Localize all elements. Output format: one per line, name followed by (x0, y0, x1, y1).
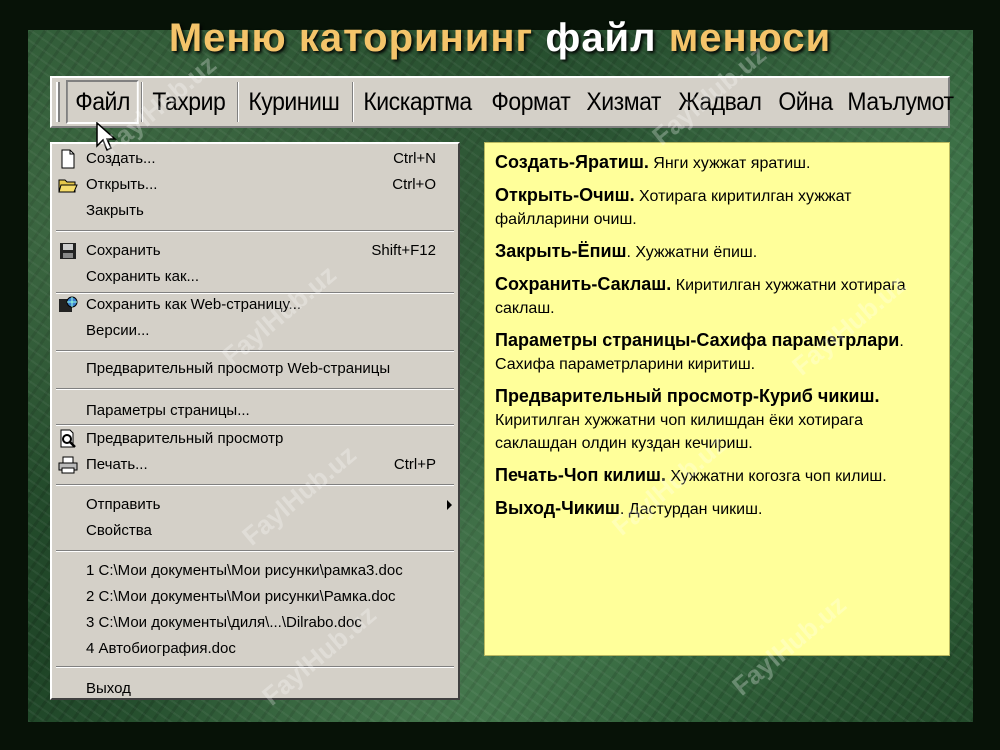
info-paragraph: Предварительный просмотр-Куриб чикиш. Ки… (495, 385, 939, 455)
info-body: Киритилган хужжатни чоп килишдан ёки хот… (495, 412, 864, 452)
menu-table[interactable]: Жадвал (671, 80, 769, 124)
info-body: . Дастурдан чикиш. (619, 501, 763, 518)
menu-item-web-preview[interactable]: Предварительный просмотр Web-страницы (52, 356, 458, 382)
menu-separator (351, 82, 354, 122)
menu-edit[interactable]: Тахрир (145, 80, 233, 124)
menu-item-label: 4 Автобиография.doc (86, 640, 236, 657)
open-folder-icon (58, 179, 78, 193)
menu-item-label: Отправить (86, 496, 161, 513)
menu-item-save-web[interactable]: Сохранить как Web-страницу... (52, 292, 458, 318)
menu-item-print[interactable]: Печать... Ctrl+P (52, 452, 458, 478)
menu-separator (141, 82, 144, 122)
menu-separator (56, 388, 454, 390)
menu-separator (56, 484, 454, 486)
info-heading: Выход-Чикиш (495, 498, 620, 518)
info-heading: Создать-Яратиш. (495, 152, 649, 172)
info-body: Хужжатни когозга чоп килиш. (665, 468, 887, 485)
menu-item-label: Параметры страницы... (86, 402, 250, 419)
menu-insert[interactable]: Кискартма (356, 80, 479, 124)
save-disk-icon (60, 243, 76, 259)
info-paragraph: Открыть-Очиш. Хотирага киритилган хужжат… (495, 184, 939, 231)
menu-item-recent-2[interactable]: 2 C:\Мои документы\Мои рисунки\Рамка.doc (52, 584, 458, 610)
menu-item-label: Выход (86, 680, 131, 697)
menu-item-label: 1 C:\Мои документы\Мои рисунки\рамка3.do… (86, 562, 403, 579)
menu-item-label: Создать... (86, 150, 156, 167)
menu-tools[interactable]: Хизмат (579, 80, 668, 124)
info-paragraph: Печать-Чоп килиш. Хужжатни когозга чоп к… (495, 464, 939, 488)
menu-item-exit[interactable]: Выход (52, 676, 458, 702)
menu-item-label: Печать... (86, 456, 148, 473)
menu-item-label: 2 C:\Мои документы\Мои рисунки\Рамка.doc (86, 588, 396, 605)
menu-item-send[interactable]: Отправить (52, 492, 458, 518)
info-heading: Параметры страницы-Сахифа параметрлари (495, 330, 900, 350)
title-part-3: менюси (668, 16, 832, 60)
menu-item-shortcut: Ctrl+P (393, 456, 436, 473)
menu-item-versions[interactable]: Версии... (52, 318, 458, 344)
menu-item-label: Сохранить как... (86, 268, 200, 285)
info-paragraph: Создать-Яратиш. Янги хужжат яратиш. (495, 151, 939, 175)
menu-item-label: Предварительный просмотр (86, 430, 284, 447)
info-body: Янги хужжат яратиш. (648, 155, 811, 172)
menu-bar: Файл Тахрир Куриниш Кискартма Формат Хиз… (50, 76, 954, 128)
menu-item-properties[interactable]: Свойства (52, 518, 458, 544)
menu-item-save-as[interactable]: Сохранить как... (52, 264, 458, 290)
printer-icon (58, 456, 78, 474)
menu-item-label: Версии... (86, 322, 150, 339)
menu-view[interactable]: Куриниш (241, 80, 347, 124)
menu-item-close[interactable]: Закрыть (52, 198, 458, 224)
menu-item-shortcut: Ctrl+O (392, 176, 436, 193)
info-paragraph: Выход-Чикиш. Дастурдан чикиш. (495, 497, 939, 521)
menu-item-label: Предварительный просмотр Web-страницы (86, 360, 391, 377)
menu-separator (56, 350, 454, 352)
menu-format[interactable]: Формат (484, 80, 578, 124)
web-save-icon (59, 296, 78, 312)
menu-item-recent-4[interactable]: 4 Автобиография.doc (52, 636, 458, 662)
menubar-grip[interactable] (56, 82, 60, 122)
description-box: Создать-Яратиш. Янги хужжат яратиш. Откр… (484, 142, 950, 656)
menu-item-label: 3 C:\Мои документы\диля\...\Dilrabo.doc (86, 614, 362, 631)
submenu-arrow-icon (447, 500, 452, 510)
info-heading: Печать-Чоп килиш. (495, 465, 666, 485)
menu-item-save[interactable]: Сохранить Shift+F12 (52, 238, 458, 264)
print-preview-icon (60, 429, 76, 448)
info-heading: Открыть-Очиш. (495, 185, 635, 205)
menu-separator (56, 230, 454, 232)
title-part-1: Меню каторининг (168, 16, 534, 60)
info-paragraph: Закрыть-Ёпиш. Хужжатни ёпиш. (495, 240, 939, 264)
menu-item-label: Сохранить как Web-страницу... (86, 296, 302, 313)
info-heading: Предварительный просмотр-Куриб чикиш. (495, 386, 880, 406)
menu-file[interactable]: Файл (66, 80, 140, 124)
menu-item-shortcut: Ctrl+N (393, 150, 436, 167)
title-part-2: файл (545, 16, 657, 60)
new-document-icon (61, 149, 75, 169)
menu-item-label: Сохранить (86, 242, 161, 259)
menu-help[interactable]: Маълумот (840, 80, 961, 124)
menu-item-open[interactable]: Открыть... Ctrl+O (52, 172, 458, 198)
info-heading: Сохранить-Саклаш. (495, 274, 672, 294)
menu-separator (56, 666, 454, 668)
menu-window[interactable]: Ойна (771, 80, 840, 124)
info-paragraph: Параметры страницы-Сахифа параметрлари. … (495, 329, 939, 376)
menu-separator (56, 550, 454, 552)
menu-item-label: Открыть... (86, 176, 158, 193)
menu-item-recent-3[interactable]: 3 C:\Мои документы\диля\...\Dilrabo.doc (52, 610, 458, 636)
info-heading: Закрыть-Ёпиш (495, 241, 627, 261)
info-body: . Хужжатни ёпиш. (626, 244, 758, 261)
info-paragraph: Сохранить-Саклаш. Киритилган хужжатни хо… (495, 273, 939, 320)
menu-item-label: Свойства (86, 522, 152, 539)
menu-item-shortcut: Shift+F12 (371, 242, 436, 259)
slide-title: Меню каторининг файл менюси (0, 16, 1000, 61)
mouse-pointer-icon (96, 122, 117, 152)
menu-item-recent-1[interactable]: 1 C:\Мои документы\Мои рисунки\рамка3.do… (52, 558, 458, 584)
menu-item-page-setup[interactable]: Параметры страницы... (52, 398, 458, 424)
menu-item-print-preview[interactable]: Предварительный просмотр (52, 426, 458, 452)
menu-item-label: Закрыть (86, 202, 144, 219)
menu-separator (236, 82, 239, 122)
file-menu-dropdown: Создать... Ctrl+N Открыть... Ctrl+O Закр… (50, 142, 460, 700)
